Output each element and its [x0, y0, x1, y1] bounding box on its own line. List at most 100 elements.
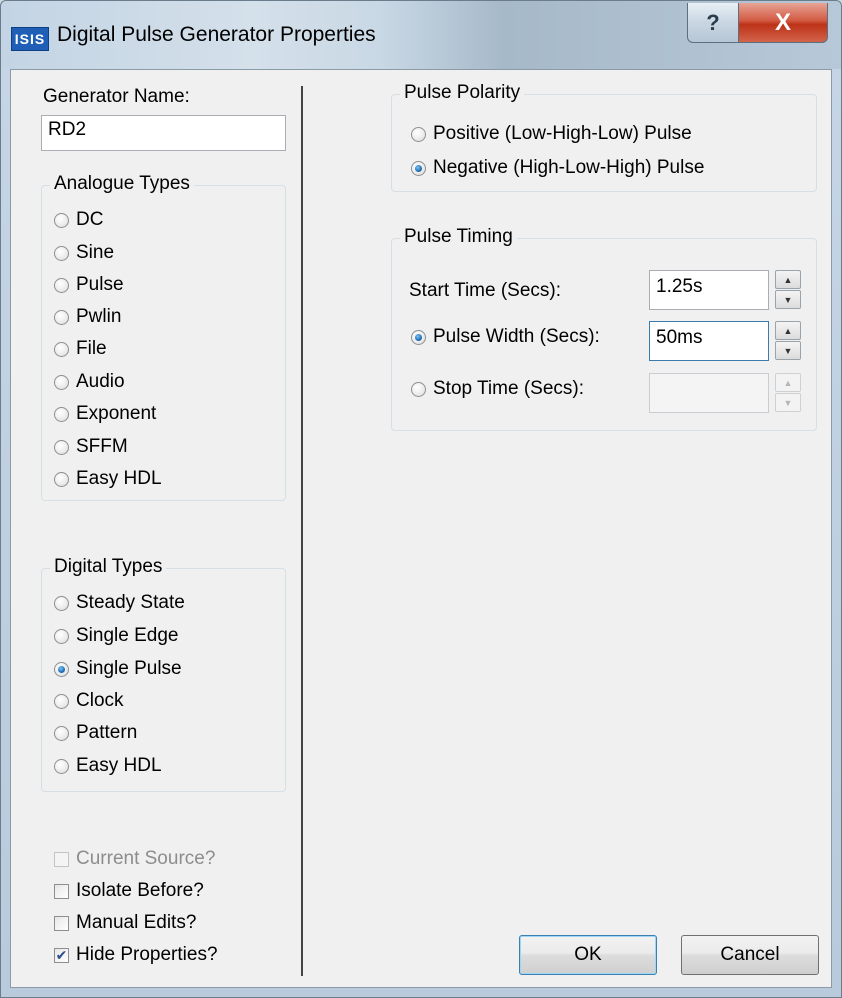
pulse-width-spinner[interactable]: ▲ ▼	[775, 321, 803, 361]
start-time-spinner[interactable]: ▲ ▼	[775, 270, 803, 310]
dialog-window: ISIS Digital Pulse Generator Properties …	[0, 0, 842, 998]
polarity-positive-radio[interactable]: Positive (Low-High-Low) Pulse	[411, 123, 692, 145]
dialog-client-area: Generator Name: RD2 Analogue Types DC Si…	[10, 69, 832, 988]
start-time-label: Start Time (Secs):	[409, 280, 562, 301]
window-title: Digital Pulse Generator Properties	[57, 23, 376, 46]
radio-icon	[54, 725, 69, 741]
radio-label: Audio	[76, 371, 125, 392]
isolate-before-checkbox[interactable]: Isolate Before?	[54, 880, 204, 902]
analogue-type-audio[interactable]: Audio	[54, 371, 125, 393]
radio-label: Pulse	[76, 274, 124, 295]
pulse-width-radio[interactable]: Pulse Width (Secs):	[411, 326, 600, 348]
spin-down-icon[interactable]: ▼	[775, 290, 801, 309]
isis-app-icon: ISIS	[11, 27, 49, 51]
digital-type-single-edge[interactable]: Single Edge	[54, 625, 178, 647]
radio-icon	[54, 693, 69, 709]
spin-up-icon[interactable]: ▲	[775, 373, 801, 392]
radio-icon	[54, 212, 69, 228]
spin-down-icon[interactable]: ▼	[775, 393, 801, 412]
spin-up-icon[interactable]: ▲	[775, 321, 801, 340]
radio-label: Easy HDL	[76, 468, 162, 489]
pulse-polarity-title: Pulse Polarity	[400, 82, 525, 104]
start-time-input[interactable]: 1.25s	[649, 270, 769, 310]
checkbox-label: Hide Properties?	[76, 944, 218, 965]
vertical-divider	[301, 86, 303, 976]
hide-properties-checkbox[interactable]: ✔ Hide Properties?	[54, 944, 218, 966]
analogue-type-file[interactable]: File	[54, 338, 107, 360]
radio-icon	[54, 471, 69, 487]
cancel-button[interactable]: Cancel	[681, 935, 819, 975]
stop-time-input[interactable]	[649, 373, 769, 413]
checkbox-icon	[54, 883, 69, 899]
spin-up-icon[interactable]: ▲	[775, 270, 801, 289]
close-icon: X	[774, 8, 791, 36]
generator-name-input[interactable]: RD2	[41, 115, 286, 151]
stop-time-spinner[interactable]: ▲ ▼	[775, 373, 803, 413]
close-button[interactable]: X	[738, 3, 828, 43]
analogue-type-pwlin[interactable]: Pwlin	[54, 306, 121, 328]
radio-icon	[54, 758, 69, 774]
radio-label: Single Edge	[76, 625, 179, 646]
checkmark-icon: ✔	[54, 947, 69, 963]
radio-icon	[54, 595, 69, 611]
spin-down-icon[interactable]: ▼	[775, 341, 801, 360]
radio-selected-icon	[411, 160, 426, 176]
radio-label: Steady State	[76, 592, 185, 613]
analogue-type-easy-hdl[interactable]: Easy HDL	[54, 468, 162, 490]
title-bar[interactable]: ISIS Digital Pulse Generator Properties …	[1, 1, 841, 69]
radio-label: Pattern	[76, 722, 138, 743]
radio-label: Stop Time (Secs):	[433, 378, 584, 399]
help-button[interactable]: ?	[687, 3, 739, 43]
current-source-checkbox[interactable]: Current Source?	[54, 848, 215, 870]
help-icon: ?	[706, 9, 720, 35]
digital-type-pattern[interactable]: Pattern	[54, 722, 137, 744]
radio-label: DC	[76, 209, 104, 230]
radio-label: SFFM	[76, 436, 128, 457]
analogue-types-title: Analogue Types	[50, 173, 194, 195]
radio-icon	[54, 245, 69, 261]
radio-label: Clock	[76, 690, 124, 711]
digital-type-steady-state[interactable]: Steady State	[54, 592, 185, 614]
analogue-type-dc[interactable]: DC	[54, 209, 103, 231]
digital-type-single-pulse[interactable]: Single Pulse	[54, 658, 182, 680]
digital-type-clock[interactable]: Clock	[54, 690, 124, 712]
radio-label: Single Pulse	[76, 658, 182, 679]
radio-label: Pwlin	[76, 306, 122, 327]
radio-label: File	[76, 338, 107, 359]
analogue-type-pulse[interactable]: Pulse	[54, 274, 124, 296]
radio-icon	[54, 439, 69, 455]
radio-label: Negative (High-Low-High) Pulse	[433, 157, 705, 178]
checkbox-icon	[54, 851, 69, 867]
radio-label: Pulse Width (Secs):	[433, 326, 600, 347]
radio-icon	[54, 628, 69, 644]
radio-label: Sine	[76, 242, 115, 263]
radio-icon	[411, 126, 426, 142]
radio-icon	[54, 277, 69, 293]
polarity-negative-radio[interactable]: Negative (High-Low-High) Pulse	[411, 157, 704, 179]
generator-name-label: Generator Name:	[43, 86, 190, 107]
analogue-type-exponent[interactable]: Exponent	[54, 403, 156, 425]
digital-type-easy-hdl[interactable]: Easy HDL	[54, 755, 162, 777]
digital-types-title: Digital Types	[50, 556, 167, 578]
radio-icon	[54, 406, 69, 422]
radio-label: Easy HDL	[76, 755, 162, 776]
radio-selected-icon	[54, 661, 69, 677]
radio-label: Exponent	[76, 403, 157, 424]
checkbox-icon	[54, 915, 69, 931]
manual-edits-checkbox[interactable]: Manual Edits?	[54, 912, 196, 934]
radio-icon	[54, 341, 69, 357]
radio-icon	[54, 309, 69, 325]
radio-icon	[411, 381, 426, 397]
pulse-timing-title: Pulse Timing	[400, 226, 517, 248]
radio-label: Positive (Low-High-Low) Pulse	[433, 123, 692, 144]
radio-icon	[54, 374, 69, 390]
analogue-type-sine[interactable]: Sine	[54, 242, 114, 264]
checkbox-label: Manual Edits?	[76, 912, 197, 933]
ok-button[interactable]: OK	[519, 935, 657, 975]
checkbox-label: Isolate Before?	[76, 880, 204, 901]
stop-time-radio[interactable]: Stop Time (Secs):	[411, 378, 584, 400]
pulse-width-input[interactable]: 50ms	[649, 321, 769, 361]
checkbox-label: Current Source?	[76, 848, 216, 869]
analogue-type-sffm[interactable]: SFFM	[54, 436, 128, 458]
radio-selected-icon	[411, 329, 426, 345]
